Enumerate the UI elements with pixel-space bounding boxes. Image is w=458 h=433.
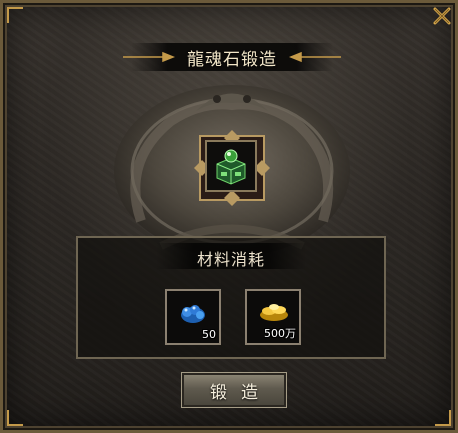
window-title-bar: 龍魂石锻造 xyxy=(123,43,341,71)
title-ornament xyxy=(123,51,176,63)
forge-result-slot[interactable] xyxy=(205,140,257,192)
blue-gem-icon xyxy=(181,305,205,323)
close-button[interactable] xyxy=(431,5,453,27)
material-count: 50 xyxy=(202,328,216,341)
materials-title: 材料消耗 xyxy=(196,250,265,269)
materials-panel: 材料消耗 50 500万 xyxy=(76,236,386,359)
title-ornament xyxy=(288,51,341,63)
window-title: 龍魂石锻造 xyxy=(187,49,277,70)
material-count: 500万 xyxy=(264,327,296,340)
material-slot-gold[interactable]: 500万 xyxy=(245,289,301,345)
material-slot-blue-gem[interactable]: 50 xyxy=(165,289,221,345)
forge-window: 龍魂石锻造 材料消耗 50 500万 锻造 xyxy=(0,0,458,433)
close-icon xyxy=(433,7,451,25)
frame-corner xyxy=(7,7,23,23)
gold-ingot-icon xyxy=(260,304,288,321)
frame-corner xyxy=(7,410,23,426)
dragon-soul-stone-icon xyxy=(216,149,246,185)
frame-corner xyxy=(435,410,451,426)
forge-button[interactable]: 锻造 xyxy=(181,372,287,408)
